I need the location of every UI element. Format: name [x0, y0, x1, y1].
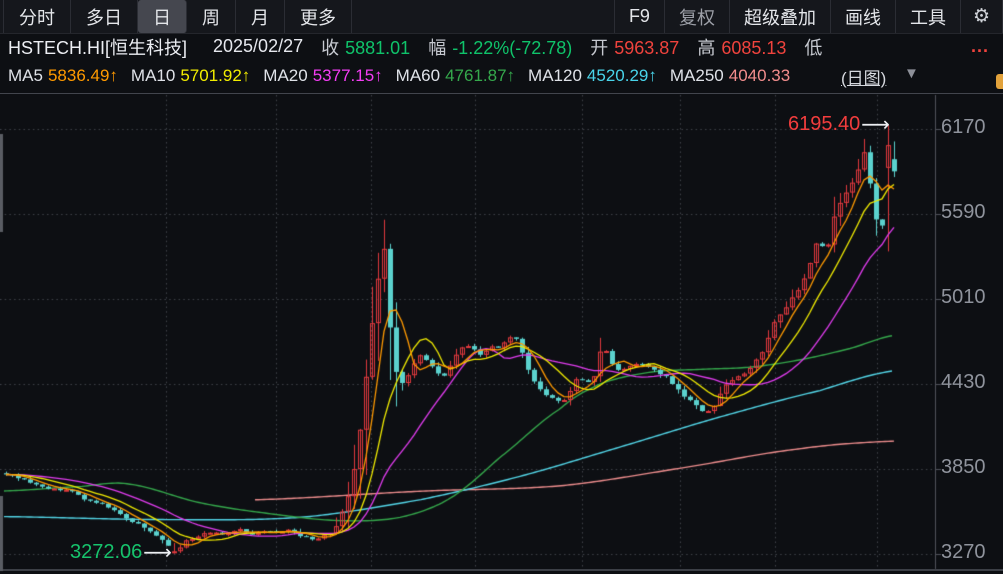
toolbar-button-画线[interactable]: 画线 — [829, 0, 895, 33]
y-axis-tick-label: 6170 — [941, 116, 986, 138]
gear-icon[interactable]: ⚙ — [959, 0, 1003, 33]
y-axis-tick-label: 5590 — [941, 201, 986, 223]
right-arrow-icon: ⟶ — [143, 542, 172, 564]
y-axis-tick-label: 5010 — [941, 286, 986, 308]
quote-field-幅: 幅 -1.22%(-72.78) — [428, 34, 572, 60]
quote-info-bar: HSTECH.HI[恒生科技] 2025/02/27 收 5881.01 幅 -1.2… — [0, 33, 1003, 60]
toolbar-button-超级叠加[interactable]: 超级叠加 — [728, 0, 830, 33]
ma-value-MA120: 4520.29↑ — [586, 65, 657, 85]
y-axis-tick-label: 3850 — [941, 456, 986, 478]
period-low-annotation: 3272.06 ⟶ — [70, 540, 172, 565]
quote-field-收: 收 5881.01 — [321, 34, 410, 60]
quote-field-label: 高 — [697, 37, 716, 58]
period-high-value: 6195.40 — [788, 113, 861, 135]
truncated-edge-button[interactable] — [996, 74, 1003, 89]
quote-field-开: 开 5963.87 — [590, 34, 679, 60]
tab-分时[interactable]: 分时 — [4, 0, 71, 33]
y-axis-tick-label: 4430 — [941, 371, 986, 393]
ma-label-MA10: MA10 — [130, 65, 176, 85]
toolbar-button-工具[interactable]: 工具 — [894, 0, 960, 33]
quote-field-label: 收 — [321, 37, 340, 58]
overflow-ellipsis: ... — [970, 36, 989, 56]
chart-area — [0, 93, 1003, 574]
quote-field-label: 幅 — [428, 37, 447, 58]
period-tabs: 分时 多日日周月更多 — [3, 0, 352, 33]
ma-value-MA20: 5377.15↑ — [312, 65, 383, 85]
ma-value-MA10: 5701.92↑ — [180, 65, 251, 85]
quote-field-value: 5963.87 — [614, 37, 680, 58]
top-toolbar: 分时 多日日周月更多 F9 复权 超级叠加 画线 工具 ⚙ — [0, 0, 1003, 34]
tab-更多[interactable]: 更多 — [285, 0, 352, 33]
ma-label-MA5: MA5 — [8, 65, 43, 85]
y-axis-tick-label: 3270 — [941, 541, 986, 563]
ma-label-MA250: MA250 — [669, 65, 724, 85]
quote-field-label: 低 — [804, 37, 823, 58]
quote-fields: 收 5881.01 幅 -1.22%(-72.78) 开 5963.87 高 6085.13 低 — [303, 34, 828, 60]
ma-value-MA250: 4040.33 — [728, 65, 791, 85]
tab-多日[interactable]: 多日 — [71, 0, 138, 33]
toolbar-right: F9 复权 超级叠加 画线 工具 ⚙ — [613, 0, 1003, 33]
period-high-annotation: 6195.40 ⟶ — [788, 112, 890, 137]
right-arrow-icon: ⟶ — [861, 114, 890, 136]
chart-period-selector[interactable]: (日图) — [841, 64, 886, 89]
chevron-down-icon[interactable]: ▼ — [904, 65, 919, 82]
quote-field-高: 高 6085.13 — [697, 34, 786, 60]
tab-日[interactable]: 日 — [138, 0, 187, 33]
quote-field-value: 5881.01 — [345, 37, 411, 58]
tab-月[interactable]: 月 — [236, 0, 285, 33]
symbol-name: HSTECH.HI[恒生科技] — [8, 37, 188, 58]
ma-value-MA60: 4761.87↑ — [445, 65, 516, 85]
tab-周[interactable]: 周 — [187, 0, 236, 33]
toolbar-button-复权[interactable]: 复权 — [663, 0, 729, 33]
ma-label-MA120: MA120 — [528, 65, 582, 85]
ma-label-MA60: MA60 — [395, 65, 441, 85]
quote-field-value: 6085.13 — [721, 37, 787, 58]
quote-field-value: -1.22%(-72.78) — [452, 37, 573, 58]
quote-field-低: 低 — [804, 34, 828, 60]
trade-date: 2025/02/27 — [213, 36, 304, 56]
ma-value-MA5: 5836.49↑ — [47, 65, 118, 85]
price-chart-canvas[interactable] — [0, 94, 1003, 574]
quote-field-label: 开 — [590, 37, 609, 58]
toolbar-button-F9[interactable]: F9 — [613, 0, 664, 33]
period-low-value: 3272.06 — [70, 541, 143, 563]
ma-label-MA20: MA20 — [263, 65, 308, 85]
